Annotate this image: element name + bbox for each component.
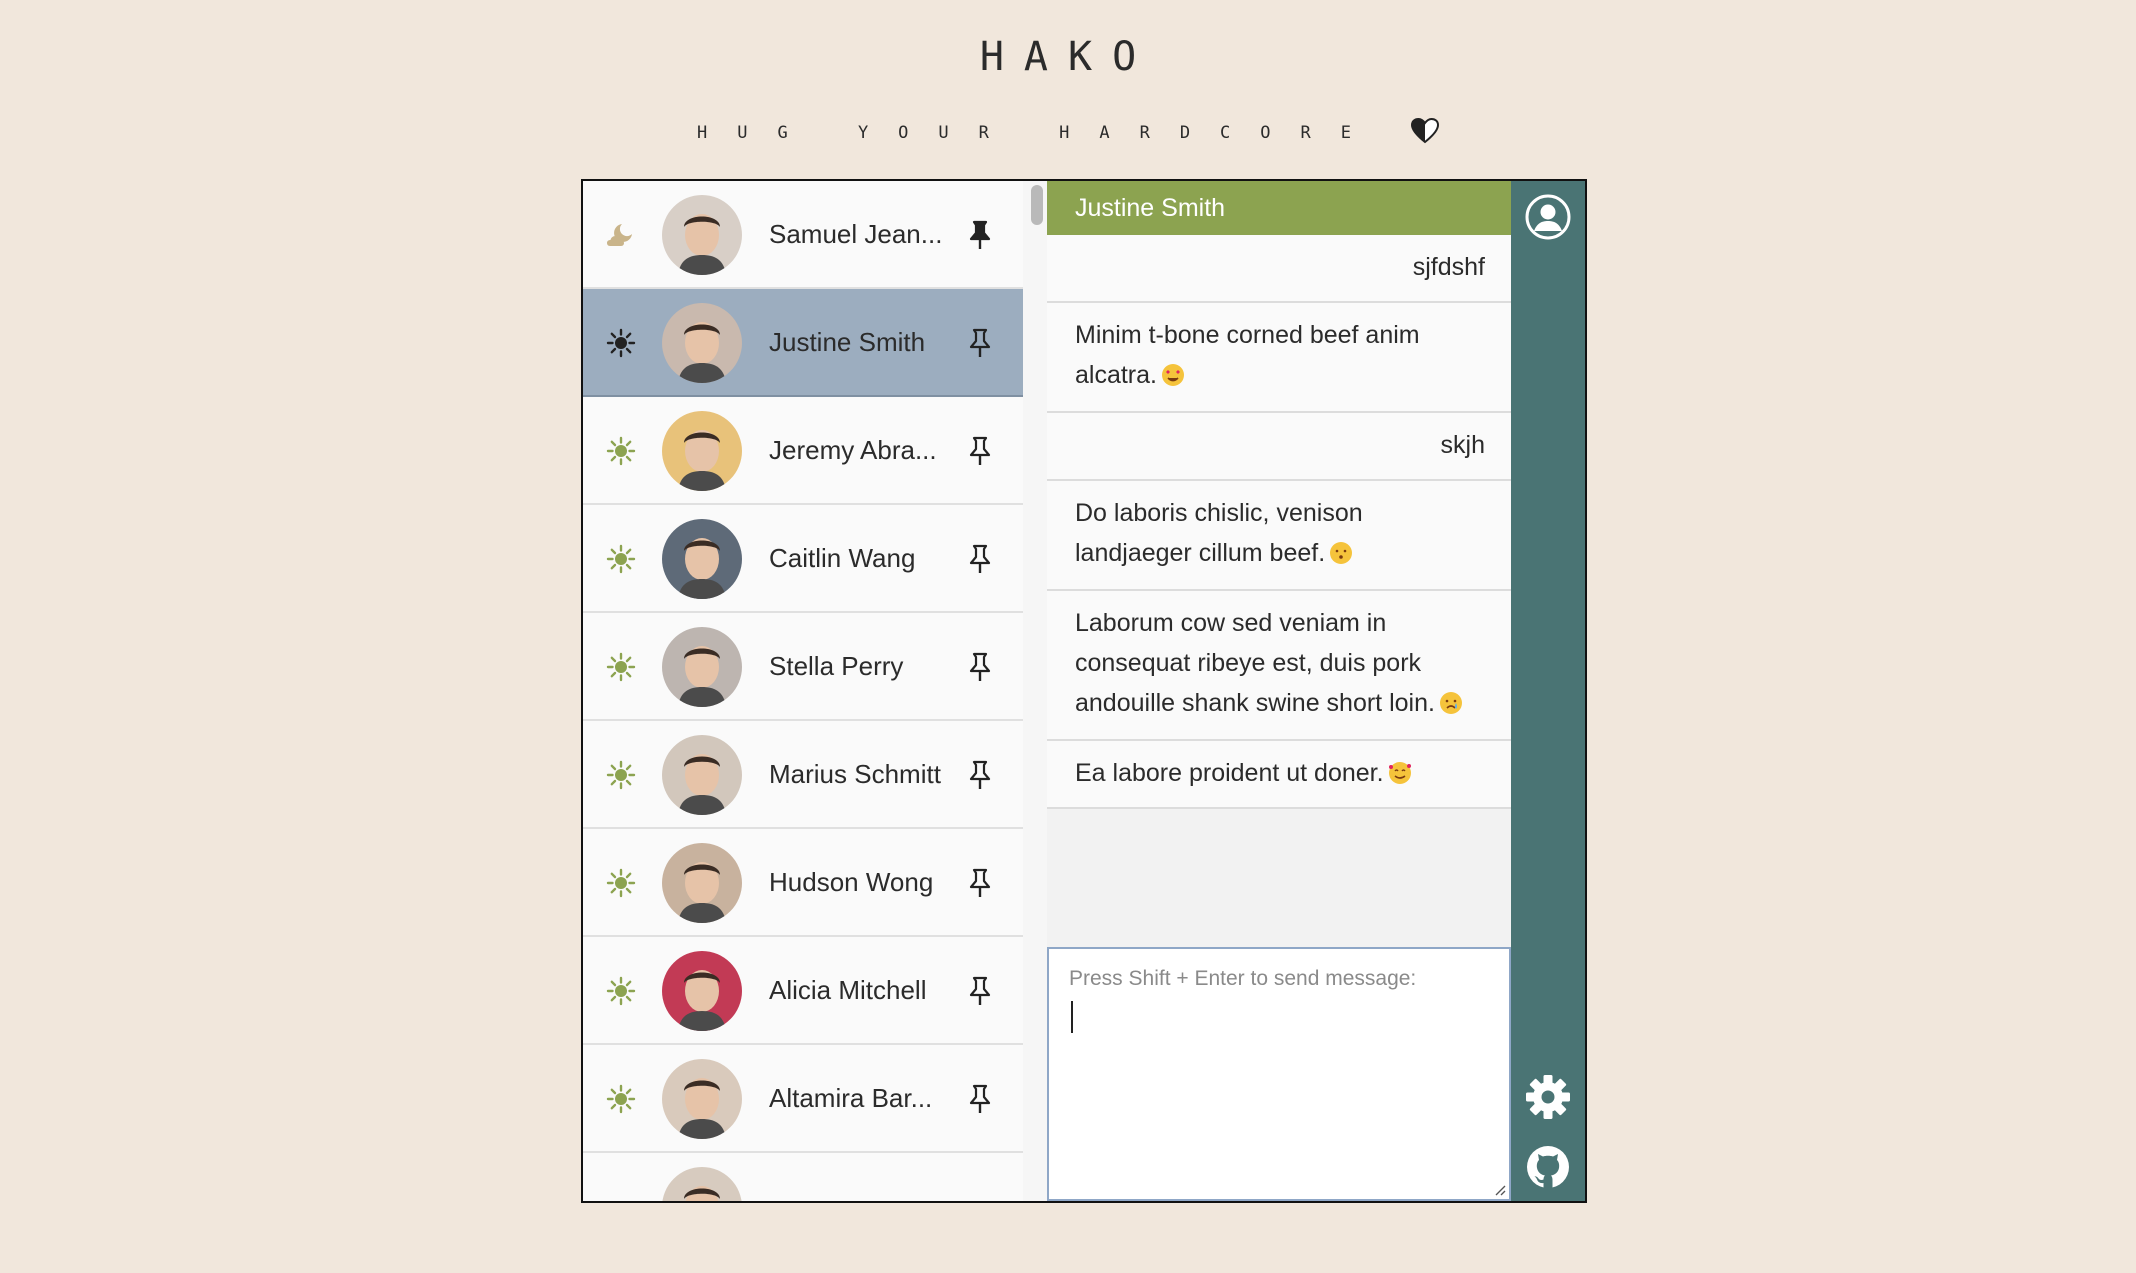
- message-received: Do laboris chislic, venison landjaeger c…: [1047, 481, 1511, 591]
- avatar: [662, 951, 742, 1031]
- kissing-emoji: [1330, 542, 1353, 564]
- pin-icon[interactable]: [966, 975, 994, 1007]
- pin-icon[interactable]: [966, 219, 994, 251]
- contact-item-samuel-jean[interactable]: Samuel Jean...: [583, 181, 1023, 289]
- contact-list-scroll-track: [1023, 181, 1047, 1201]
- avatar: [662, 627, 742, 707]
- crying-emoji: [1439, 692, 1462, 714]
- sun-icon: [605, 975, 637, 1007]
- contact-item-altamira-bar[interactable]: Altamira Bar...: [583, 1045, 1023, 1153]
- message-text: Ea labore proident ut doner.: [1075, 759, 1384, 787]
- contact-item-justine-smith[interactable]: Justine Smith: [583, 289, 1023, 397]
- pin-icon[interactable]: [966, 867, 994, 899]
- avatar: [662, 195, 742, 275]
- avatar: [662, 519, 742, 599]
- conversation-panel: Justine Smith sjfdshf Minim t-bone corned…: [1047, 181, 1511, 1201]
- avatar: [662, 303, 742, 383]
- contact-name: Justine Smith: [769, 327, 926, 357]
- contact-item-stella-perry[interactable]: Stella Perry: [583, 613, 1023, 721]
- avatar: [662, 843, 742, 923]
- gear-icon[interactable]: [1524, 1073, 1572, 1121]
- user-circle-icon[interactable]: [1524, 193, 1572, 241]
- pin-icon[interactable]: [966, 327, 994, 359]
- pin-icon[interactable]: [966, 651, 994, 683]
- message-text: Minim t-bone corned beef anim alcatra.: [1075, 321, 1420, 389]
- sun-icon: [605, 435, 637, 467]
- tagline-text: HUG YOUR HARDCORE: [697, 123, 1381, 143]
- message-text: Do laboris chislic, venison landjaeger c…: [1075, 499, 1363, 567]
- message-text: sjfdshf: [1412, 253, 1485, 281]
- contact-name: Alicia Mitchell: [769, 975, 927, 1005]
- message-composer[interactable]: [1047, 947, 1511, 1201]
- contact-name: Caitlin Wang: [769, 543, 916, 573]
- contact-list-scrollbar[interactable]: [1031, 185, 1043, 225]
- contact-item-hudson-wong[interactable]: Hudson Wong: [583, 829, 1023, 937]
- sun-icon: [605, 759, 637, 791]
- pin-icon[interactable]: [966, 543, 994, 575]
- tagline: HUG YOUR HARDCORE: [0, 117, 2136, 148]
- sun-icon: [605, 867, 637, 899]
- message-sent: skjh: [1047, 413, 1511, 481]
- side-rail: [1511, 181, 1585, 1201]
- contact-name: Altamira Bar...: [769, 1083, 933, 1113]
- heart-icon: [1410, 117, 1440, 148]
- github-icon[interactable]: [1524, 1143, 1572, 1191]
- contact-name: Stella Perry: [769, 651, 904, 681]
- contact-item-marius-schmitt[interactable]: Marius Schmitt: [583, 721, 1023, 829]
- conversation-header: Justine Smith: [1047, 181, 1511, 235]
- contact-name: Samuel Jean...: [769, 219, 943, 249]
- chat-app-window: Samuel Jean... Justine Smith Jeremy Abra..…: [581, 179, 1587, 1203]
- sun-icon: [605, 327, 637, 359]
- message-sent: sjfdshf: [1047, 235, 1511, 303]
- contact-item-partial[interactable]: [583, 1153, 1023, 1201]
- sun-icon: [605, 1083, 637, 1115]
- message-received: Laborum cow sed veniam in consequat ribe…: [1047, 591, 1511, 741]
- message-received: Ea labore proident ut doner.: [1047, 741, 1511, 809]
- contact-name: Jeremy Abra...: [769, 435, 937, 465]
- contact-item-caitlin-wang[interactable]: Caitlin Wang: [583, 505, 1023, 613]
- contact-item-alicia-mitchell[interactable]: Alicia Mitchell: [583, 937, 1023, 1045]
- message-input[interactable]: [1049, 949, 1509, 1199]
- message-text: Laborum cow sed veniam in consequat ribe…: [1075, 609, 1435, 717]
- moon-cloud-icon: [605, 219, 637, 251]
- pin-icon[interactable]: [966, 759, 994, 791]
- sun-icon: [605, 543, 637, 575]
- sun-icon: [605, 651, 637, 683]
- resize-grip-icon[interactable]: [1494, 1184, 1506, 1196]
- avatar: [662, 735, 742, 815]
- contact-name: Marius Schmitt: [769, 759, 941, 789]
- text-caret: [1071, 1001, 1073, 1033]
- avatar: [662, 1167, 742, 1201]
- contact-item-jeremy-abra[interactable]: Jeremy Abra...: [583, 397, 1023, 505]
- message-received: Minim t-bone corned beef anim alcatra.: [1047, 303, 1511, 413]
- contact-list[interactable]: Samuel Jean... Justine Smith Jeremy Abra..…: [583, 181, 1024, 1201]
- smiling-hearts-emoji: [1388, 762, 1411, 784]
- message-text: skjh: [1440, 431, 1485, 459]
- app-title: HAKO: [979, 34, 1157, 80]
- pin-icon[interactable]: [966, 435, 994, 467]
- avatar: [662, 411, 742, 491]
- pin-icon[interactable]: [966, 1083, 994, 1115]
- heart-eyes-emoji: [1161, 364, 1184, 386]
- avatar: [662, 1059, 742, 1139]
- contact-name: Hudson Wong: [769, 867, 934, 897]
